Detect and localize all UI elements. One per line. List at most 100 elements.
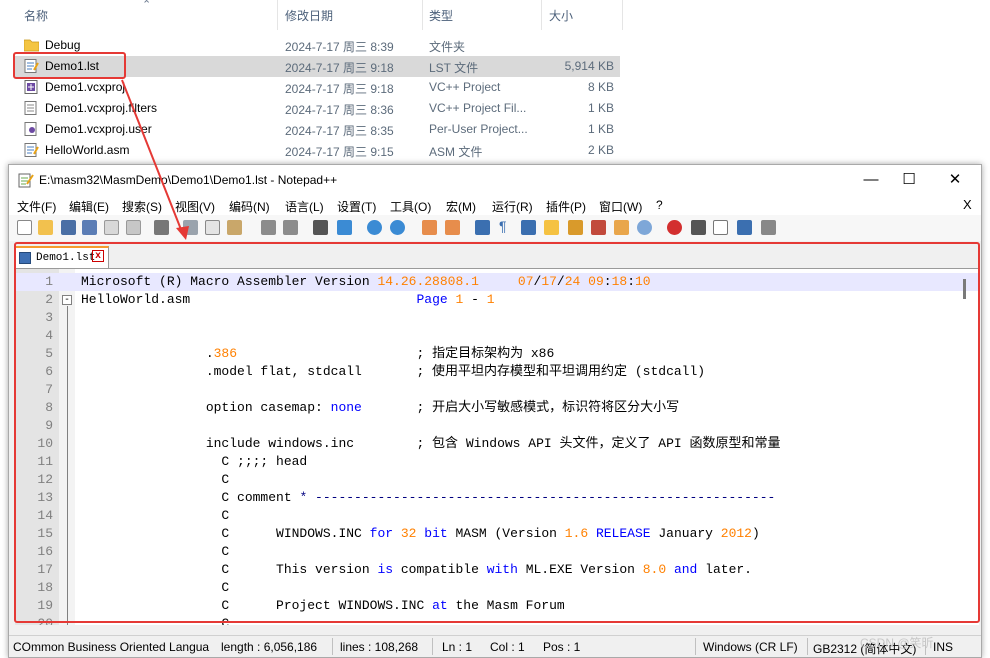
status-divider bbox=[695, 638, 696, 655]
file-name: Debug bbox=[45, 38, 81, 52]
notepadpp-logo-icon bbox=[18, 173, 34, 188]
file-size: 1 KB bbox=[587, 122, 614, 136]
filters-file-icon bbox=[24, 101, 37, 115]
file-type: LST 文件 bbox=[429, 61, 479, 75]
menu-encoding[interactable]: 编码(N) bbox=[229, 198, 270, 215]
status-bar: COmmon Business Oriented Langua length :… bbox=[9, 635, 981, 657]
stop-macro-icon[interactable] bbox=[691, 220, 706, 235]
menu-file[interactable]: 文件(F) bbox=[17, 198, 56, 215]
minimize-button[interactable]: — bbox=[859, 169, 883, 191]
find-icon[interactable] bbox=[313, 220, 328, 235]
menu-run[interactable]: 运行(R) bbox=[492, 198, 533, 215]
status-filetype: COmmon Business Oriented Langua bbox=[13, 640, 210, 654]
save-all-icon[interactable] bbox=[82, 220, 97, 235]
file-explorer: ⌃ 名称 修改日期 类型 大小 Debug 2024-7-17 周三 8:39 … bbox=[0, 0, 990, 165]
file-name: HelloWorld.asm bbox=[45, 143, 130, 157]
file-date: 2024-7-17 周三 8:39 bbox=[285, 40, 394, 54]
menu-language[interactable]: 语言(L) bbox=[285, 198, 324, 215]
status-mode[interactable]: INS bbox=[933, 640, 953, 654]
cut-icon[interactable] bbox=[183, 220, 198, 235]
file-size: 8 KB bbox=[587, 80, 614, 94]
record-macro-icon[interactable] bbox=[667, 220, 682, 235]
status-divider bbox=[807, 638, 808, 655]
close-file-icon[interactable] bbox=[104, 220, 119, 235]
menu-help[interactable]: ? bbox=[656, 198, 663, 212]
column-divider[interactable] bbox=[622, 0, 623, 30]
new-file-icon[interactable] bbox=[17, 220, 32, 235]
file-row[interactable]: HelloWorld.asm 2024-7-17 周三 9:15 ASM 文件 … bbox=[14, 140, 620, 161]
column-size[interactable]: 大小 bbox=[549, 7, 573, 24]
sync-horizontal-icon[interactable] bbox=[445, 220, 460, 235]
zoom-in-icon[interactable] bbox=[367, 220, 382, 235]
menu-view[interactable]: 视图(V) bbox=[175, 198, 215, 215]
column-divider[interactable] bbox=[422, 0, 423, 30]
doc-map-icon[interactable] bbox=[568, 220, 583, 235]
monitoring-icon[interactable] bbox=[637, 220, 652, 235]
column-divider[interactable] bbox=[541, 0, 542, 30]
function-list-icon[interactable] bbox=[591, 220, 606, 235]
user-language-icon[interactable] bbox=[544, 220, 559, 235]
status-pos: Pos : 1 bbox=[543, 640, 581, 654]
save-icon[interactable] bbox=[61, 220, 76, 235]
file-date: 2024-7-17 周三 9:15 bbox=[285, 145, 394, 159]
file-size: 2 KB bbox=[587, 143, 614, 157]
column-name[interactable]: 名称 bbox=[24, 7, 48, 24]
file-name: Demo1.vcxproj.user bbox=[45, 122, 152, 136]
indent-guide-icon[interactable] bbox=[521, 220, 536, 235]
close-all-icon[interactable] bbox=[126, 220, 141, 235]
maximize-button[interactable]: ☐ bbox=[897, 169, 921, 191]
save-macro-icon[interactable] bbox=[761, 220, 776, 235]
undo-icon[interactable] bbox=[261, 220, 276, 235]
status-eol[interactable]: Windows (CR LF) bbox=[703, 640, 798, 654]
print-icon[interactable] bbox=[154, 220, 169, 235]
open-file-icon[interactable] bbox=[38, 220, 53, 235]
paste-icon[interactable] bbox=[227, 220, 242, 235]
menu-search[interactable]: 搜索(S) bbox=[122, 198, 162, 215]
menu-plugins[interactable]: 插件(P) bbox=[546, 198, 586, 215]
zoom-out-icon[interactable] bbox=[390, 220, 405, 235]
notepadpp-window: E:\masm32\MasmDemo\Demo1\Demo1.lst - Not… bbox=[8, 164, 982, 658]
status-divider bbox=[332, 638, 333, 655]
menu-edit[interactable]: 编辑(E) bbox=[69, 198, 109, 215]
user-file-icon bbox=[24, 122, 37, 136]
highlight-box-file bbox=[13, 52, 126, 79]
menu-window[interactable]: 窗口(W) bbox=[599, 198, 642, 215]
menu-bar: 文件(F) 编辑(E) 搜索(S) 视图(V) 编码(N) 语言(L) 设置(T… bbox=[9, 195, 981, 215]
show-all-chars-icon[interactable]: ¶ bbox=[499, 218, 514, 234]
status-ln: Ln : 1 bbox=[442, 640, 473, 654]
status-lines: lines : 108,268 bbox=[340, 640, 419, 654]
copy-icon[interactable] bbox=[205, 220, 220, 235]
vcxproj-icon bbox=[24, 80, 38, 94]
column-type[interactable]: 类型 bbox=[429, 7, 453, 24]
explorer-column-header: ⌃ 名称 修改日期 类型 大小 bbox=[0, 0, 990, 32]
asm-file-icon bbox=[24, 143, 39, 157]
file-date: 2024-7-17 周三 8:35 bbox=[285, 124, 394, 138]
menu-tools[interactable]: 工具(O) bbox=[390, 198, 431, 215]
menu-settings[interactable]: 设置(T) bbox=[337, 198, 376, 215]
redo-icon[interactable] bbox=[283, 220, 298, 235]
close-document-button[interactable]: X bbox=[963, 197, 972, 212]
toolbar: ¶ bbox=[9, 215, 981, 241]
run-macro-multiple-icon[interactable] bbox=[737, 220, 752, 235]
play-macro-icon[interactable] bbox=[713, 220, 728, 235]
file-type: 文件夹 bbox=[429, 40, 466, 54]
file-size: 5,914 KB bbox=[564, 59, 614, 73]
replace-icon[interactable] bbox=[337, 220, 352, 235]
file-row[interactable]: Demo1.vcxproj 2024-7-17 周三 9:18 VC++ Pro… bbox=[14, 77, 620, 98]
close-button[interactable]: ✕ bbox=[943, 169, 967, 191]
title-bar[interactable]: E:\masm32\MasmDemo\Demo1\Demo1.lst - Not… bbox=[9, 165, 981, 195]
file-name: Demo1.vcxproj.filters bbox=[45, 101, 158, 115]
column-date[interactable]: 修改日期 bbox=[285, 7, 333, 24]
column-divider[interactable] bbox=[277, 0, 278, 30]
word-wrap-icon[interactable] bbox=[475, 220, 490, 235]
highlight-box-editor bbox=[14, 242, 980, 623]
menu-macro[interactable]: 宏(M) bbox=[446, 198, 476, 215]
folder-as-workspace-icon[interactable] bbox=[614, 220, 629, 235]
file-name: Demo1.vcxproj bbox=[45, 80, 126, 94]
sort-ascending-icon: ⌃ bbox=[142, 0, 152, 11]
sync-vertical-icon[interactable] bbox=[422, 220, 437, 235]
file-row[interactable]: Demo1.vcxproj.filters 2024-7-17 周三 8:36 … bbox=[14, 98, 620, 119]
watermark: CSDN @笑昕 bbox=[860, 636, 934, 650]
file-date: 2024-7-17 周三 9:18 bbox=[285, 61, 394, 75]
file-row[interactable]: Demo1.vcxproj.user 2024-7-17 周三 8:35 Per… bbox=[14, 119, 620, 140]
